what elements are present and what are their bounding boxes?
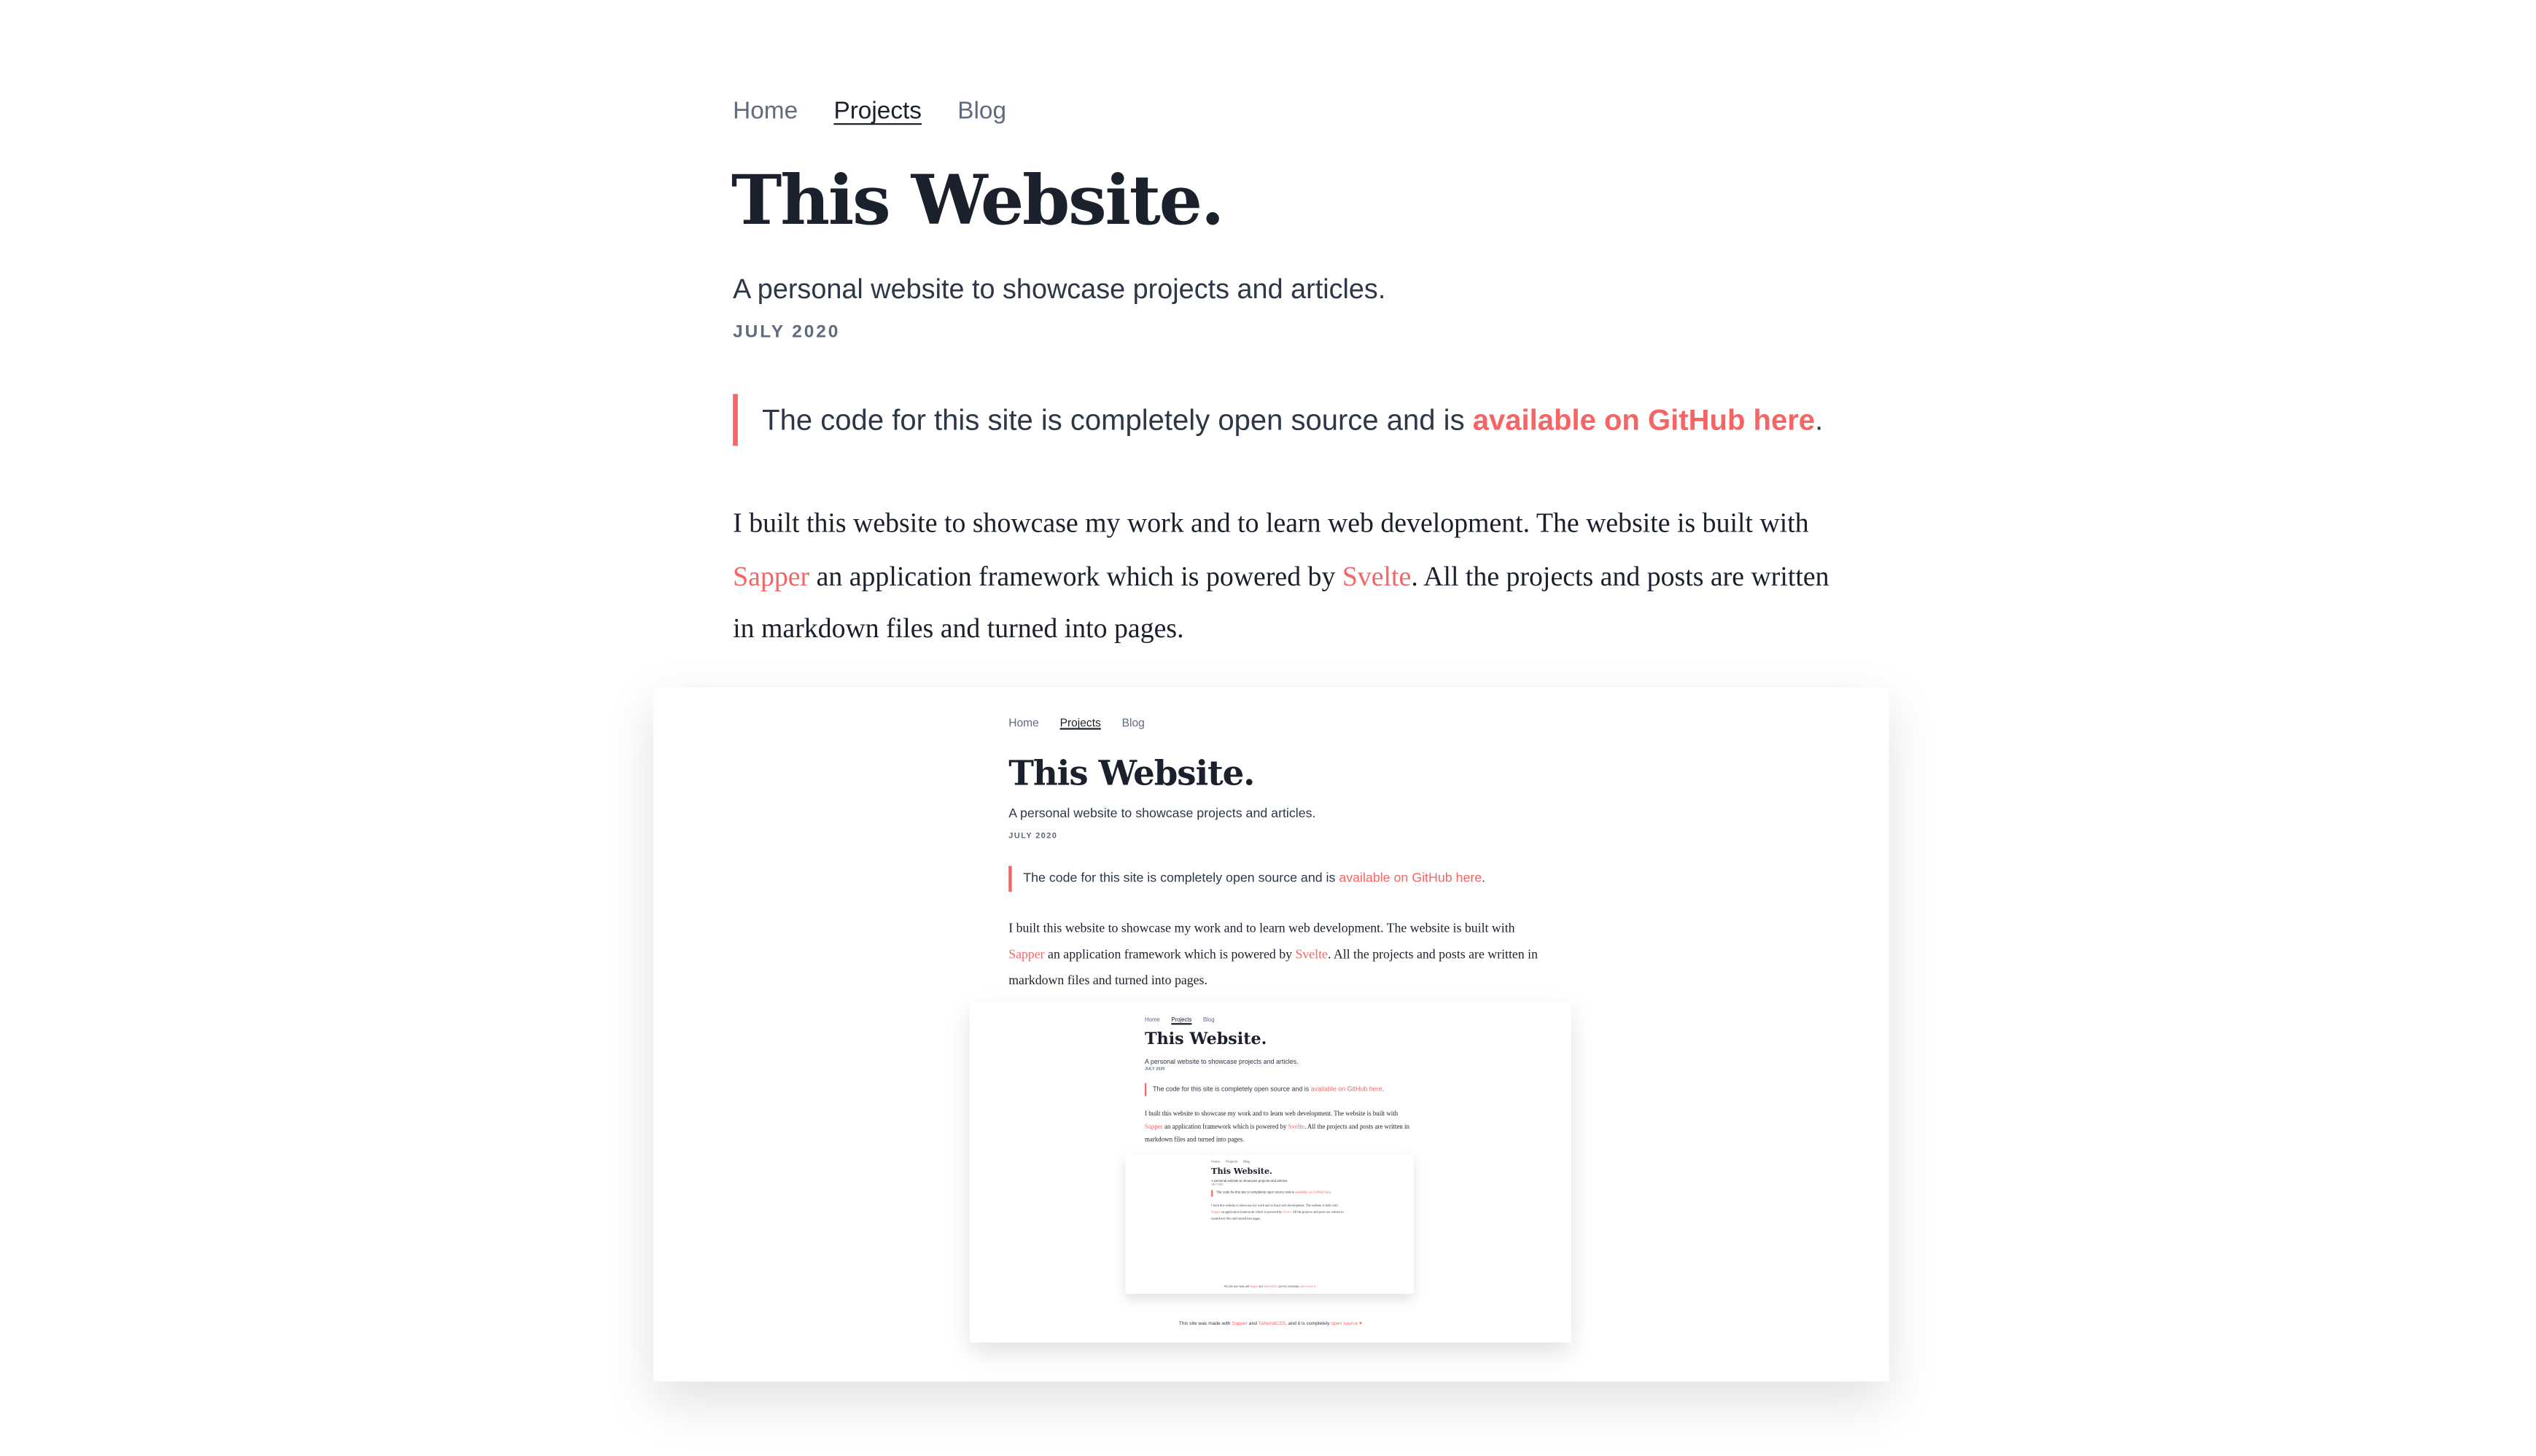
deep-footer-source-link: open source: [1299, 1287, 1314, 1289]
screenshot-callout-text: The code for this site is completely ope…: [1023, 871, 1339, 886]
nested-footer-text-1: This site was made with: [1178, 1320, 1232, 1327]
deep-date: JULY 2020: [1211, 1185, 1224, 1187]
nested-footer: This site was made with Sapper and Tailw…: [970, 1320, 1571, 1326]
screenshot-subtitle: A personal website to showcase projects …: [1008, 806, 1316, 821]
page-subtitle: A personal website to showcase projects …: [733, 273, 1386, 305]
deep-nav-projects: Projects: [1225, 1161, 1238, 1164]
deep-footer-text-1: This site was made with: [1224, 1287, 1251, 1289]
nested-nav-home: Home: [1145, 1016, 1160, 1024]
screenshot-callout-end: .: [1482, 871, 1486, 886]
screenshot-date: JULY 2020: [1008, 831, 1058, 842]
deep-nav: Home Projects Blog: [1211, 1161, 1254, 1164]
deep-footer-text-3: , and it is completely: [1277, 1287, 1300, 1289]
nested-body-2: an application framework which is powere…: [1162, 1121, 1288, 1130]
nav-blog-link[interactable]: Blog: [957, 97, 1006, 125]
nested-footer-sapper-link: Sapper: [1232, 1320, 1248, 1327]
deep-footer-sapper-link: Sapper: [1250, 1287, 1259, 1289]
top-nav: Home Projects Blog: [733, 97, 1035, 125]
deep-nav-blog: Blog: [1242, 1161, 1250, 1164]
nested-nav: Home Projects Blog: [1145, 1016, 1224, 1023]
deep-footer: This site was made with Sapper and Tailw…: [1125, 1288, 1414, 1289]
nested-sapper-link: Sapper: [1145, 1121, 1163, 1130]
screenshot-nav-home: Home: [1008, 718, 1039, 730]
deep-callout-text: The code for this site is completely ope…: [1216, 1191, 1296, 1195]
deep-paragraph: I built this website to showcase my work…: [1211, 1203, 1344, 1223]
sapper-link[interactable]: Sapper: [733, 560, 809, 591]
deep-heart-icon: ♥: [1314, 1287, 1316, 1289]
screenshot-svelte-link: Svelte: [1295, 946, 1328, 962]
body-paragraph: I built this website to showcase my work…: [733, 498, 1851, 656]
screenshot-sapper-link: Sapper: [1008, 946, 1045, 962]
deep-nav-home: Home: [1211, 1161, 1221, 1164]
callout-end: .: [1815, 403, 1824, 437]
deep-svelte-link: Svelte: [1283, 1211, 1291, 1215]
page-title: This Website.: [731, 160, 1224, 241]
nested-screenshot: Home Projects Blog This Website. A perso…: [969, 1002, 1571, 1343]
page: Home Projects Blog This Website. A perso…: [0, 0, 2536, 1456]
nested-footer-source-link: open source: [1331, 1320, 1358, 1327]
nested-paragraph: I built this website to showcase my work…: [1145, 1107, 1412, 1146]
deep-body-1: I built this website to showcase my work…: [1211, 1204, 1338, 1208]
nav-projects-link[interactable]: Projects: [833, 97, 922, 125]
body-text-1: I built this website to showcase my work…: [733, 507, 1809, 539]
nested-title: This Website.: [1145, 1031, 1267, 1049]
deep-subtitle: A personal website to showcase projects …: [1211, 1180, 1288, 1184]
screenshot-body-1: I built this website to showcase my work…: [1008, 921, 1515, 936]
callout-text: The code for this site is completely ope…: [762, 403, 1473, 437]
website-screenshot: Home Projects Blog This Website. A perso…: [653, 687, 1889, 1382]
nested-callout-text: The code for this site is completely ope…: [1153, 1084, 1311, 1093]
nested-footer-text-2: and: [1247, 1320, 1259, 1327]
screenshot-nav-blog: Blog: [1121, 718, 1145, 730]
nav-home-link[interactable]: Home: [733, 97, 798, 125]
callout-quote: The code for this site is completely ope…: [733, 394, 1824, 446]
nested-nav-blog: Blog: [1202, 1016, 1215, 1024]
body-text-2: an application framework which is powere…: [809, 560, 1342, 591]
deep-title: This Website.: [1211, 1167, 1272, 1177]
nested-footer-text-3: , and it is completely: [1285, 1320, 1331, 1327]
nested-nav-projects: Projects: [1171, 1016, 1192, 1024]
github-link[interactable]: available on GitHub here: [1473, 404, 1815, 436]
screenshot-paragraph: I built this website to showcase my work…: [1008, 916, 1544, 994]
nested-footer-tailwind-link: TailwindCSS: [1258, 1320, 1286, 1327]
deep-nested-screenshot: Home Projects Blog This Website. A perso…: [1125, 1154, 1415, 1294]
nested-callout: The code for this site is completely ope…: [1145, 1083, 1385, 1097]
nested-body-1: I built this website to showcase my work…: [1145, 1109, 1399, 1118]
nested-github-link: available on GitHub here: [1310, 1084, 1382, 1093]
screenshot-github-link: available on GitHub here: [1339, 871, 1482, 886]
deep-callout: The code for this site is completely ope…: [1211, 1190, 1331, 1197]
screenshot-nav-projects: Projects: [1059, 718, 1101, 730]
nested-date: JULY 2020: [1145, 1067, 1165, 1072]
nested-callout-end: .: [1382, 1084, 1385, 1093]
screenshot-nav: Home Projects Blog: [1008, 718, 1162, 730]
svelte-link[interactable]: Svelte: [1342, 560, 1412, 591]
nested-svelte-link: Svelte: [1288, 1121, 1304, 1130]
screenshot-callout: The code for this site is completely ope…: [1008, 865, 1486, 892]
deep-body-2: an application framework which is powere…: [1220, 1211, 1283, 1215]
deep-github-link: available on GitHub here: [1295, 1191, 1331, 1195]
deep-sapper-link: Sapper: [1211, 1211, 1221, 1215]
post-date: JULY 2020: [733, 322, 841, 343]
screenshot-body-2: an application framework which is powere…: [1044, 946, 1296, 962]
nested-subtitle: A personal website to showcase projects …: [1145, 1056, 1299, 1066]
screenshot-title: This Website.: [1008, 752, 1255, 793]
nested-heart-icon: ♥: [1359, 1320, 1362, 1327]
deep-footer-tailwind-link: TailwindCSS: [1263, 1287, 1277, 1289]
